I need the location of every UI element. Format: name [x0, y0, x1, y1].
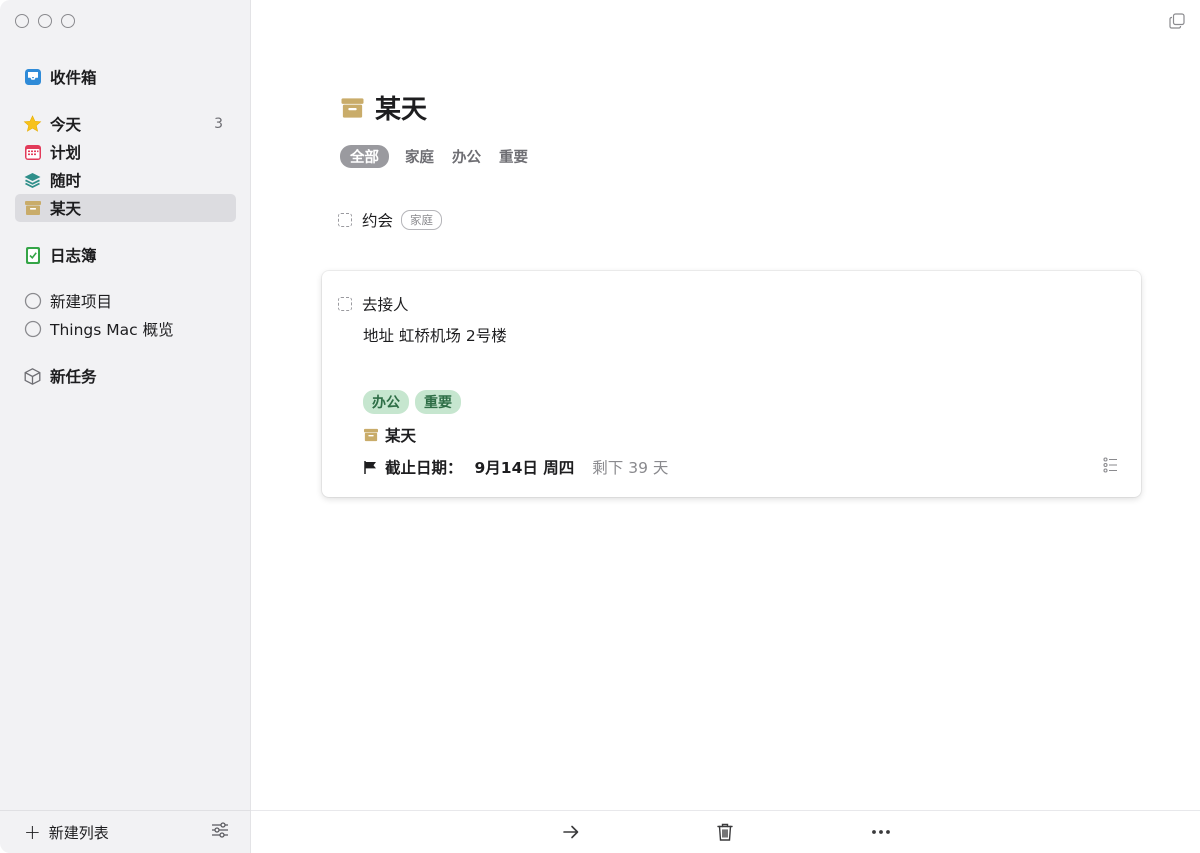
star-icon — [23, 115, 42, 134]
calendar-icon — [23, 143, 42, 162]
move-arrow-icon[interactable] — [561, 822, 581, 842]
sidebar-item-label: 今天 — [50, 116, 82, 134]
task-tag[interactable]: 办公 — [363, 390, 409, 414]
sidebar-item-label: 随时 — [50, 172, 82, 190]
sidebar-item-upcoming[interactable]: 计划 — [15, 138, 236, 166]
sidebar-item-anytime[interactable]: 随时 — [15, 166, 236, 194]
today-count-badge: 3 — [214, 116, 223, 132]
app-window: 收件箱 今天 3 计划 随时 某天 日志簿 新建项目 Things Mac 概览… — [0, 0, 1200, 853]
expanded-task-card: 去接人 地址 虹桥机场 2号楼 办公 重要 某天 截止日期： 9月14日 周四 … — [322, 271, 1141, 497]
project-circle-icon — [23, 292, 42, 311]
sidebar-item-label: Things Mac 概览 — [50, 321, 174, 339]
checklist-icon[interactable] — [1103, 457, 1118, 477]
sidebar-item-today[interactable]: 今天 3 — [15, 110, 236, 138]
task-header: 去接人 — [338, 293, 409, 315]
zoom-window-button[interactable] — [61, 14, 75, 28]
sidebar-item-label: 新任务 — [50, 368, 97, 386]
task-tag[interactable]: 重要 — [415, 390, 461, 414]
new-list-button[interactable]: + 新建列表 — [24, 822, 211, 843]
layers-icon — [23, 171, 42, 190]
task-tag[interactable]: 家庭 — [401, 210, 443, 230]
new-list-label: 新建列表 — [48, 823, 109, 842]
task-checkbox[interactable] — [338, 297, 352, 311]
duplicate-window-icon[interactable] — [1169, 13, 1185, 33]
sidebar-item-logbook[interactable]: 日志簿 — [15, 241, 236, 269]
sidebar-item-label: 某天 — [50, 200, 82, 218]
tag-filter-bar: 全部 家庭 办公 重要 — [340, 145, 530, 168]
archive-box-icon — [340, 97, 365, 119]
filter-settings-icon[interactable] — [211, 821, 229, 843]
project-circle-icon — [23, 320, 42, 339]
flag-icon — [363, 460, 378, 475]
window-controls — [15, 14, 75, 28]
sidebar-item-project[interactable]: Things Mac 概览 — [15, 315, 236, 343]
inbox-icon — [23, 68, 42, 87]
task-when-label: 某天 — [385, 427, 417, 445]
sidebar: 收件箱 今天 3 计划 随时 某天 日志簿 新建项目 Things Mac 概览… — [0, 0, 251, 853]
task-title[interactable]: 去接人 — [362, 293, 409, 315]
filter-chip-important[interactable]: 重要 — [497, 145, 530, 168]
sidebar-footer: + 新建列表 — [0, 810, 251, 853]
task-deadline[interactable]: 截止日期： 9月14日 周四 剩下 39 天 — [363, 456, 668, 478]
sidebar-item-label: 日志簿 — [50, 247, 97, 265]
sidebar-item-project[interactable]: 新建项目 — [15, 287, 236, 315]
more-options-icon[interactable] — [871, 829, 891, 835]
task-when[interactable]: 某天 — [363, 424, 416, 446]
deadline-date: 9月14日 周四 — [474, 459, 575, 477]
sidebar-item-label: 新建项目 — [50, 293, 113, 311]
sidebar-item-inbox[interactable]: 收件箱 — [15, 63, 236, 91]
task-title: 约会 — [362, 212, 394, 230]
sidebar-item-area[interactable]: 新任务 — [15, 362, 236, 390]
archive-box-icon — [23, 199, 42, 218]
close-window-button[interactable] — [15, 14, 29, 28]
minimize-window-button[interactable] — [38, 14, 52, 28]
cube-icon — [23, 367, 42, 386]
sidebar-item-label: 计划 — [50, 144, 82, 162]
days-remaining: 剩下 39 天 — [592, 459, 669, 477]
archive-box-icon — [363, 428, 379, 442]
task-notes[interactable]: 地址 虹桥机场 2号楼 — [363, 324, 507, 346]
page-title: 某天 — [340, 89, 427, 126]
page-title-text: 某天 — [375, 95, 428, 125]
plus-icon: + — [24, 820, 41, 844]
main-content: 某天 全部 家庭 办公 重要 约会 家庭 去接人 地址 虹桥机场 2号楼 办公 … — [251, 0, 1200, 853]
filter-chip-office[interactable]: 办公 — [450, 145, 483, 168]
bottom-toolbar — [251, 810, 1200, 853]
filter-chip-all[interactable]: 全部 — [340, 145, 389, 168]
task-row[interactable]: 约会 家庭 — [338, 209, 443, 231]
sidebar-item-someday[interactable]: 某天 — [15, 194, 236, 222]
deadline-label: 截止日期： — [385, 459, 463, 477]
task-checkbox[interactable] — [338, 213, 352, 227]
filter-chip-home[interactable]: 家庭 — [403, 145, 436, 168]
logbook-icon — [23, 246, 42, 265]
sidebar-item-label: 收件箱 — [50, 69, 97, 87]
trash-icon[interactable] — [716, 822, 734, 842]
task-tags: 办公 重要 — [363, 390, 461, 414]
